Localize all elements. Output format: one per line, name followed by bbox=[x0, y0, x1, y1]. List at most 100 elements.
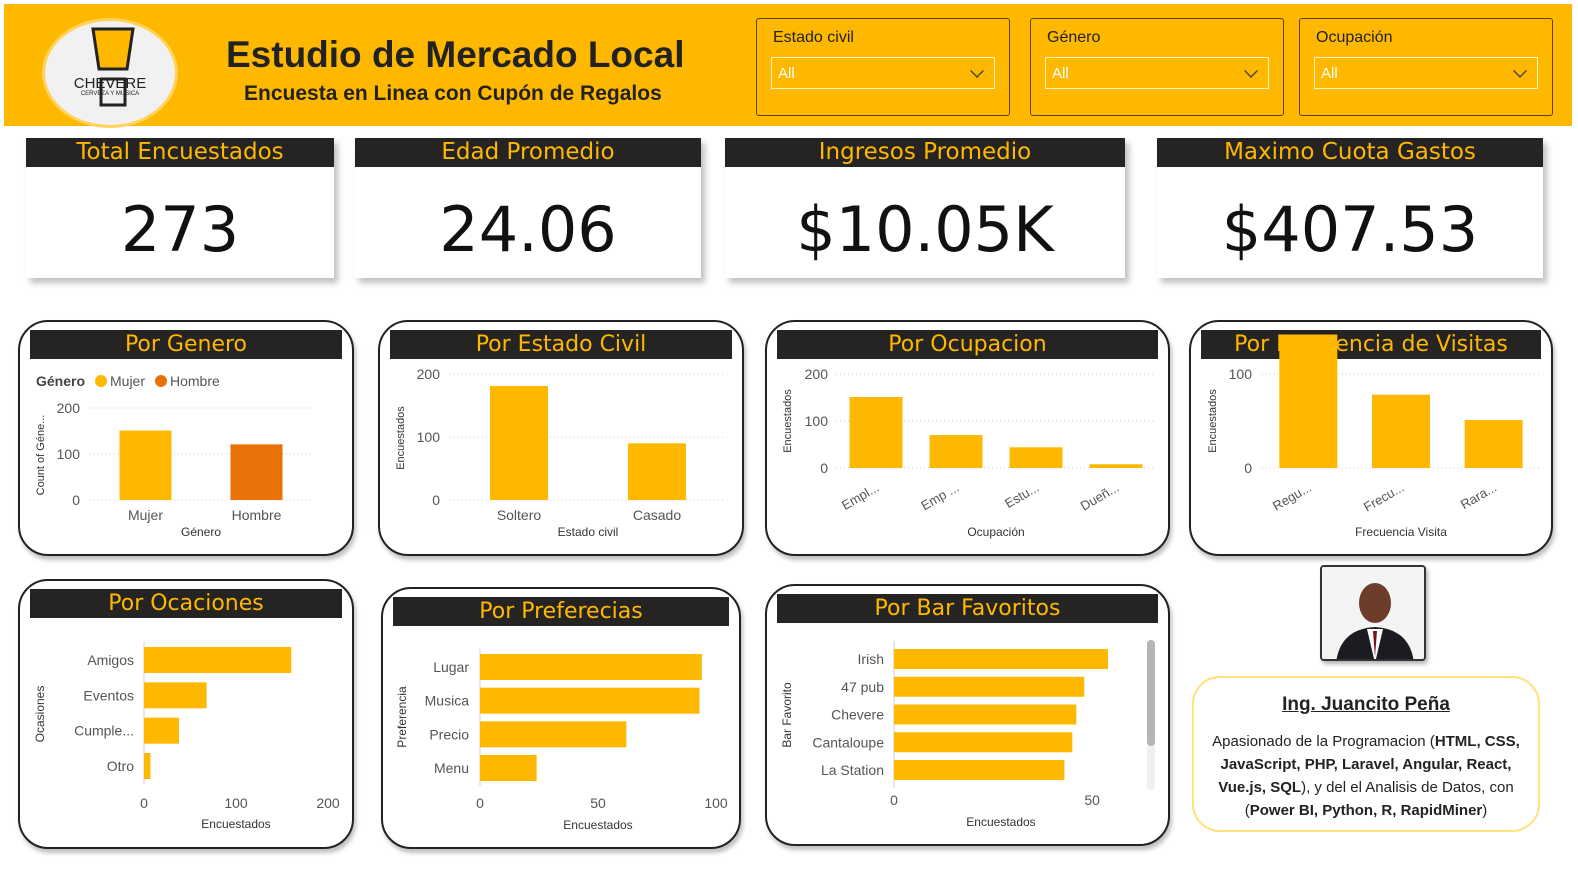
x-tick-label: 50 bbox=[590, 795, 606, 811]
bar bbox=[929, 435, 983, 468]
kpi-label: Ingresos Promedio bbox=[725, 138, 1125, 167]
y-tick-label: 100 bbox=[1229, 366, 1253, 382]
bar bbox=[849, 397, 903, 468]
y-tick-label: 200 bbox=[805, 366, 829, 382]
logo-tagline: CERVEZA Y MUSICA bbox=[80, 91, 140, 97]
legend-title: Género bbox=[36, 373, 85, 389]
kpi-label: Total Encuestados bbox=[26, 138, 334, 167]
y-tick-label: Cumple... bbox=[74, 723, 134, 739]
bar bbox=[894, 760, 1065, 780]
chart-ocasiones: 0 100 200 Amigos Eventos Cumple... Otro Encuest… bbox=[33, 642, 340, 831]
x-tick-label: 0 bbox=[476, 795, 484, 811]
x-tick-label: Casado bbox=[633, 507, 681, 523]
kpi-label: Maximo Cuota Gastos bbox=[1157, 138, 1543, 167]
kpi-value: 273 bbox=[120, 193, 240, 266]
x-axis-title: Ocupación bbox=[967, 525, 1024, 539]
bio-text: ) bbox=[1482, 802, 1488, 819]
chart-card-preferencias[interactable]: Por Preferecias 0 50 100 Lugar Musica Precio M… bbox=[381, 587, 741, 849]
y-tick-label: Musica bbox=[425, 693, 470, 709]
x-tick-label: 100 bbox=[704, 795, 728, 811]
y-tick-label: 0 bbox=[1244, 460, 1252, 476]
chart-frecuencia: 0 100 Regu... Frecu... Rara... Frecuencia Vis… bbox=[1207, 334, 1540, 539]
page-title: Estudio de Mercado Local bbox=[226, 34, 685, 75]
y-tick-label: 0 bbox=[432, 492, 440, 508]
x-tick-label: Rara... bbox=[1458, 480, 1499, 512]
x-axis-title: Género bbox=[181, 525, 221, 539]
person-avatar-icon bbox=[1322, 567, 1424, 659]
bar bbox=[119, 430, 172, 500]
legend-item: Hombre bbox=[170, 373, 220, 389]
slicer-label: Estado civil bbox=[773, 29, 854, 46]
y-tick-label: 0 bbox=[820, 460, 828, 476]
dashboard: CHEVERE CERVEZA Y MUSICA Estudio de Merc… bbox=[0, 0, 1578, 877]
brand-logo: CHEVERE CERVEZA Y MUSICA bbox=[42, 18, 178, 128]
profile-photo bbox=[1320, 565, 1426, 661]
y-tick-label: Irish bbox=[858, 651, 884, 667]
bar bbox=[480, 687, 700, 714]
bar bbox=[144, 717, 179, 744]
slicer-genero: Género All bbox=[1030, 18, 1284, 116]
chart-preferencias: 0 50 100 Lugar Musica Precio Menu Encuestados Pr… bbox=[395, 649, 728, 832]
y-tick-label: Eventos bbox=[83, 687, 134, 703]
y-tick-label: Menu bbox=[434, 760, 469, 776]
kpi-maximo-cuota-gastos: Maximo Cuota Gastos $407.53 bbox=[1157, 138, 1543, 278]
bar bbox=[1372, 394, 1430, 468]
y-tick-label: La Station bbox=[821, 762, 884, 778]
slicer-label: Género bbox=[1047, 29, 1101, 46]
chart-card-bar-favoritos[interactable]: Por Bar Favoritos 0 50 Irish 47 pub Chevere C… bbox=[765, 584, 1170, 846]
kpi-label: Edad Promedio bbox=[355, 138, 701, 167]
y-tick-label: Cantaloupe bbox=[812, 734, 884, 750]
y-tick-label: 100 bbox=[417, 429, 441, 445]
y-axis-title: Ocasiones bbox=[33, 686, 47, 743]
profile-card: Ing. Juancito Peña Apasionado de la Prog… bbox=[1192, 676, 1540, 832]
chart-card-ocupacion[interactable]: Por Ocupacion 0 100 200 Empl... Emp ... Estu.… bbox=[765, 320, 1170, 556]
x-tick-label: Estu... bbox=[1002, 480, 1041, 511]
chevron-down-icon bbox=[1513, 64, 1527, 78]
y-tick-label: 200 bbox=[417, 366, 441, 382]
genero-dropdown[interactable]: All bbox=[1045, 57, 1269, 89]
x-tick-label: 50 bbox=[1084, 792, 1100, 808]
bio-skills-data: Power BI, Python, R, RapidMiner bbox=[1249, 802, 1483, 819]
bar bbox=[230, 444, 283, 500]
x-tick-label: Regu... bbox=[1270, 480, 1314, 514]
chart-card-ocasiones[interactable]: Por Ocaciones 0 100 200 Amigos Eventos Cumple… bbox=[18, 579, 354, 849]
x-axis-title: Encuestados bbox=[563, 818, 632, 832]
kpi-value: $10.05K bbox=[796, 193, 1054, 266]
chevron-down-icon bbox=[970, 64, 984, 78]
bar bbox=[480, 755, 537, 781]
y-tick-label: Amigos bbox=[87, 652, 134, 668]
bar bbox=[144, 647, 292, 673]
dropdown-value: All bbox=[778, 65, 795, 82]
x-tick-label: Emp ... bbox=[918, 480, 961, 514]
bar bbox=[480, 654, 702, 680]
chart-ocupacion: 0 100 200 Empl... Emp ... Estu... Dueñ... Ocupa… bbox=[782, 366, 1156, 539]
logo-brand-text: CHEVERE bbox=[73, 75, 147, 92]
legend-item: Mujer bbox=[110, 373, 145, 389]
chart-card-genero[interactable]: Por Genero 0 100 200 Mujer Hombre Género Count… bbox=[18, 320, 354, 556]
bar bbox=[144, 753, 151, 779]
chart-card-frecuencia[interactable]: Por Frecuencia de Visitas 0 100 Regu... Fre… bbox=[1189, 320, 1553, 556]
x-tick-label: Frecu... bbox=[1361, 480, 1407, 515]
bar bbox=[490, 385, 548, 500]
chart-card-estado-civil[interactable]: Por Estado Civil 0 100 200 Soltero Casado Est… bbox=[378, 320, 744, 556]
chart-estado-civil: 0 100 200 Soltero Casado Estado civil Encuesta… bbox=[395, 366, 726, 539]
ocupacion-dropdown[interactable]: All bbox=[1314, 57, 1538, 89]
y-axis-title: Encuestados bbox=[395, 406, 407, 470]
kpi-value: $407.53 bbox=[1221, 193, 1479, 266]
bar bbox=[1009, 447, 1063, 468]
y-axis-title: Encuestados bbox=[782, 389, 794, 453]
bar bbox=[628, 443, 686, 500]
y-tick-label: Precio bbox=[429, 726, 469, 742]
chevron-down-icon bbox=[1244, 64, 1258, 78]
x-tick-label: 0 bbox=[890, 792, 898, 808]
bio-text: Apasionado de la Programacion ( bbox=[1212, 733, 1435, 750]
x-tick-label: 100 bbox=[224, 795, 248, 811]
x-tick-label: Dueñ... bbox=[1078, 480, 1122, 514]
bar bbox=[894, 732, 1073, 753]
y-tick-label: Lugar bbox=[433, 659, 469, 675]
bar bbox=[1279, 334, 1338, 468]
y-axis-title: Count of Géne... bbox=[35, 415, 47, 496]
y-tick-label: Otro bbox=[107, 758, 134, 774]
y-tick-label: 100 bbox=[805, 413, 829, 429]
estado-civil-dropdown[interactable]: All bbox=[771, 57, 995, 89]
